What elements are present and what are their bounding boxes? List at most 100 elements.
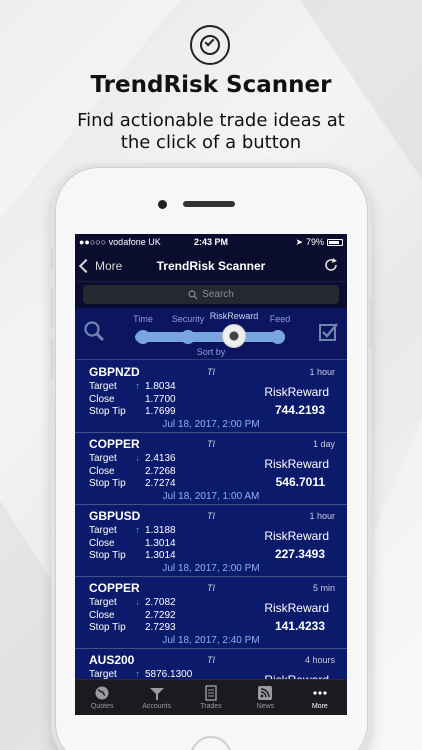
trade-card[interactable]: COPPER TI 1 day Target ↓ 2.4136 Close 2.726… <box>75 433 347 505</box>
tab-trades[interactable]: Trades <box>184 680 238 715</box>
search-input[interactable]: Search <box>83 285 339 304</box>
magnifier-icon[interactable] <box>83 320 105 342</box>
riskreward-value: 546.7011 <box>275 475 325 489</box>
riskreward-label: RiskReward <box>264 601 329 615</box>
tab-quotes[interactable]: Quotes <box>75 680 129 715</box>
signal-date: Jul 18, 2017, 2:00 PM <box>162 563 260 574</box>
stop-tip-label: Stop Tip <box>89 550 126 561</box>
tab-label: Quotes <box>90 703 114 710</box>
target-value: 5876.1300 <box>145 669 193 679</box>
search-container: Search <box>75 282 347 308</box>
tab-label: News <box>256 703 275 710</box>
ti-label: TI <box>207 367 215 377</box>
direction-arrow-icon: ↑ <box>135 381 140 392</box>
sort-stop-time[interactable] <box>136 330 150 344</box>
riskreward-value: 227.3493 <box>274 547 325 561</box>
back-button[interactable]: More <box>75 258 123 273</box>
signal-date: Jul 18, 2017, 1:00 AM <box>162 491 260 502</box>
sort-option-feed[interactable]: Feed <box>270 314 291 324</box>
sort-option-time[interactable]: Time <box>133 314 153 324</box>
close-value: 2.7292 <box>145 609 176 621</box>
globe-icon <box>95 686 109 700</box>
target-value: 2.7082 <box>145 597 176 608</box>
sort-control: Time Security RiskReward Feed Sort by <box>75 308 347 360</box>
close-value: 1.7700 <box>145 393 176 405</box>
trade-card[interactable]: GBPUSD TI 1 hour Target ↑ 1.3188 Close 1.30… <box>75 505 347 577</box>
front-camera <box>158 200 167 209</box>
status-time: 2:43 PM <box>193 237 228 247</box>
direction-arrow-icon: ↑ <box>135 669 140 679</box>
accounts-icon <box>149 688 164 700</box>
close-value: 1.3014 <box>145 537 176 549</box>
trade-card[interactable]: GBPNZD TI 1 hour Target ↑ 1.8034 Close 1.77… <box>75 361 347 433</box>
tab-label: More <box>311 703 328 710</box>
riskreward-label: RiskReward <box>264 385 329 399</box>
stop-tip-label: Stop Tip <box>89 622 126 633</box>
timeframe-label: 1 hour <box>309 367 335 377</box>
sort-option-security[interactable]: Security <box>172 314 205 324</box>
promo-subtitle: Find actionable trade ideas at the click… <box>77 110 345 153</box>
sort-option-riskreward[interactable]: RiskReward <box>210 311 259 321</box>
more-icon <box>313 691 327 695</box>
riskreward-value: 141.4233 <box>274 619 325 633</box>
rss-icon <box>258 686 273 700</box>
stop-tip-value: 2.7274 <box>145 478 176 489</box>
ti-label: TI <box>207 439 215 449</box>
tab-more[interactable]: More <box>293 680 347 715</box>
tab-accounts[interactable]: Accounts <box>129 680 183 715</box>
ti-label: TI <box>207 511 215 521</box>
stop-tip-value: 1.7699 <box>145 406 176 417</box>
ti-label: TI <box>207 655 215 665</box>
tab-label: Trades <box>200 703 222 710</box>
target-label: Target <box>89 597 117 608</box>
target-label: Target <box>89 453 117 464</box>
sort-stop-feed[interactable] <box>271 330 285 344</box>
timeframe-label: 5 min <box>312 583 335 593</box>
target-label: Target <box>89 669 117 679</box>
close-label: Close <box>89 609 115 621</box>
checkmark-badge-icon <box>190 25 230 65</box>
chevron-left-icon <box>78 258 94 273</box>
checkbox-icon[interactable] <box>319 322 339 342</box>
signal-date: Jul 18, 2017, 2:40 PM <box>162 635 260 646</box>
sort-stop-security[interactable] <box>181 330 195 344</box>
direction-arrow-icon: ↓ <box>135 453 140 464</box>
tab-label: Accounts <box>142 703 171 710</box>
search-placeholder: Search <box>202 289 234 300</box>
refresh-icon[interactable] <box>323 257 339 273</box>
status-bar: ●●○○○ vodafone UK 2:43 PM ➤ 79% <box>75 234 347 250</box>
stop-tip-label: Stop Tip <box>89 406 126 417</box>
target-label: Target <box>89 525 117 536</box>
search-icon <box>188 289 198 299</box>
riskreward-label: RiskReward <box>264 457 329 471</box>
back-label: More <box>95 258 123 273</box>
trade-card[interactable]: AUS200 TI 4 hours Target↑5876.1300 RiskR… <box>75 649 347 679</box>
sort-slider-track[interactable] <box>135 332 285 342</box>
promo-title: TrendRisk Scanner <box>90 72 332 98</box>
trade-card[interactable]: COPPER TI 5 min Target ↓ 2.7082 Close 2.729… <box>75 577 347 649</box>
ti-label: TI <box>207 583 215 593</box>
timeframe-label: 4 hours <box>304 655 335 665</box>
tab-news[interactable]: News <box>238 680 292 715</box>
direction-arrow-icon: ↑ <box>135 525 140 536</box>
trades-icon <box>205 685 217 701</box>
close-value: 2.7268 <box>145 465 176 477</box>
battery-icon <box>327 238 343 246</box>
stop-tip-value: 1.3014 <box>145 550 176 561</box>
target-value: 2.4136 <box>145 453 176 464</box>
navigation-bar: More TrendRisk Scanner <box>75 250 347 282</box>
target-label: Target <box>89 381 117 392</box>
timeframe-label: 1 day <box>312 439 335 449</box>
riskreward-value: 744.2193 <box>274 403 325 417</box>
earpiece-speaker <box>183 201 235 207</box>
close-label: Close <box>89 537 115 549</box>
direction-arrow-icon: ↓ <box>135 597 140 608</box>
timeframe-label: 1 hour <box>309 511 335 521</box>
close-label: Close <box>89 393 115 405</box>
close-label: Close <box>89 465 115 477</box>
sort-slider-thumb[interactable] <box>222 324 246 348</box>
tab-bar: Quotes Accounts Trades News More <box>75 679 347 715</box>
stop-tip-value: 2.7293 <box>145 622 176 633</box>
signal-date: Jul 18, 2017, 2:00 PM <box>162 419 260 430</box>
trade-list: GBPNZD TI 1 hour Target ↑ 1.8034 Close 1.77… <box>75 361 347 679</box>
